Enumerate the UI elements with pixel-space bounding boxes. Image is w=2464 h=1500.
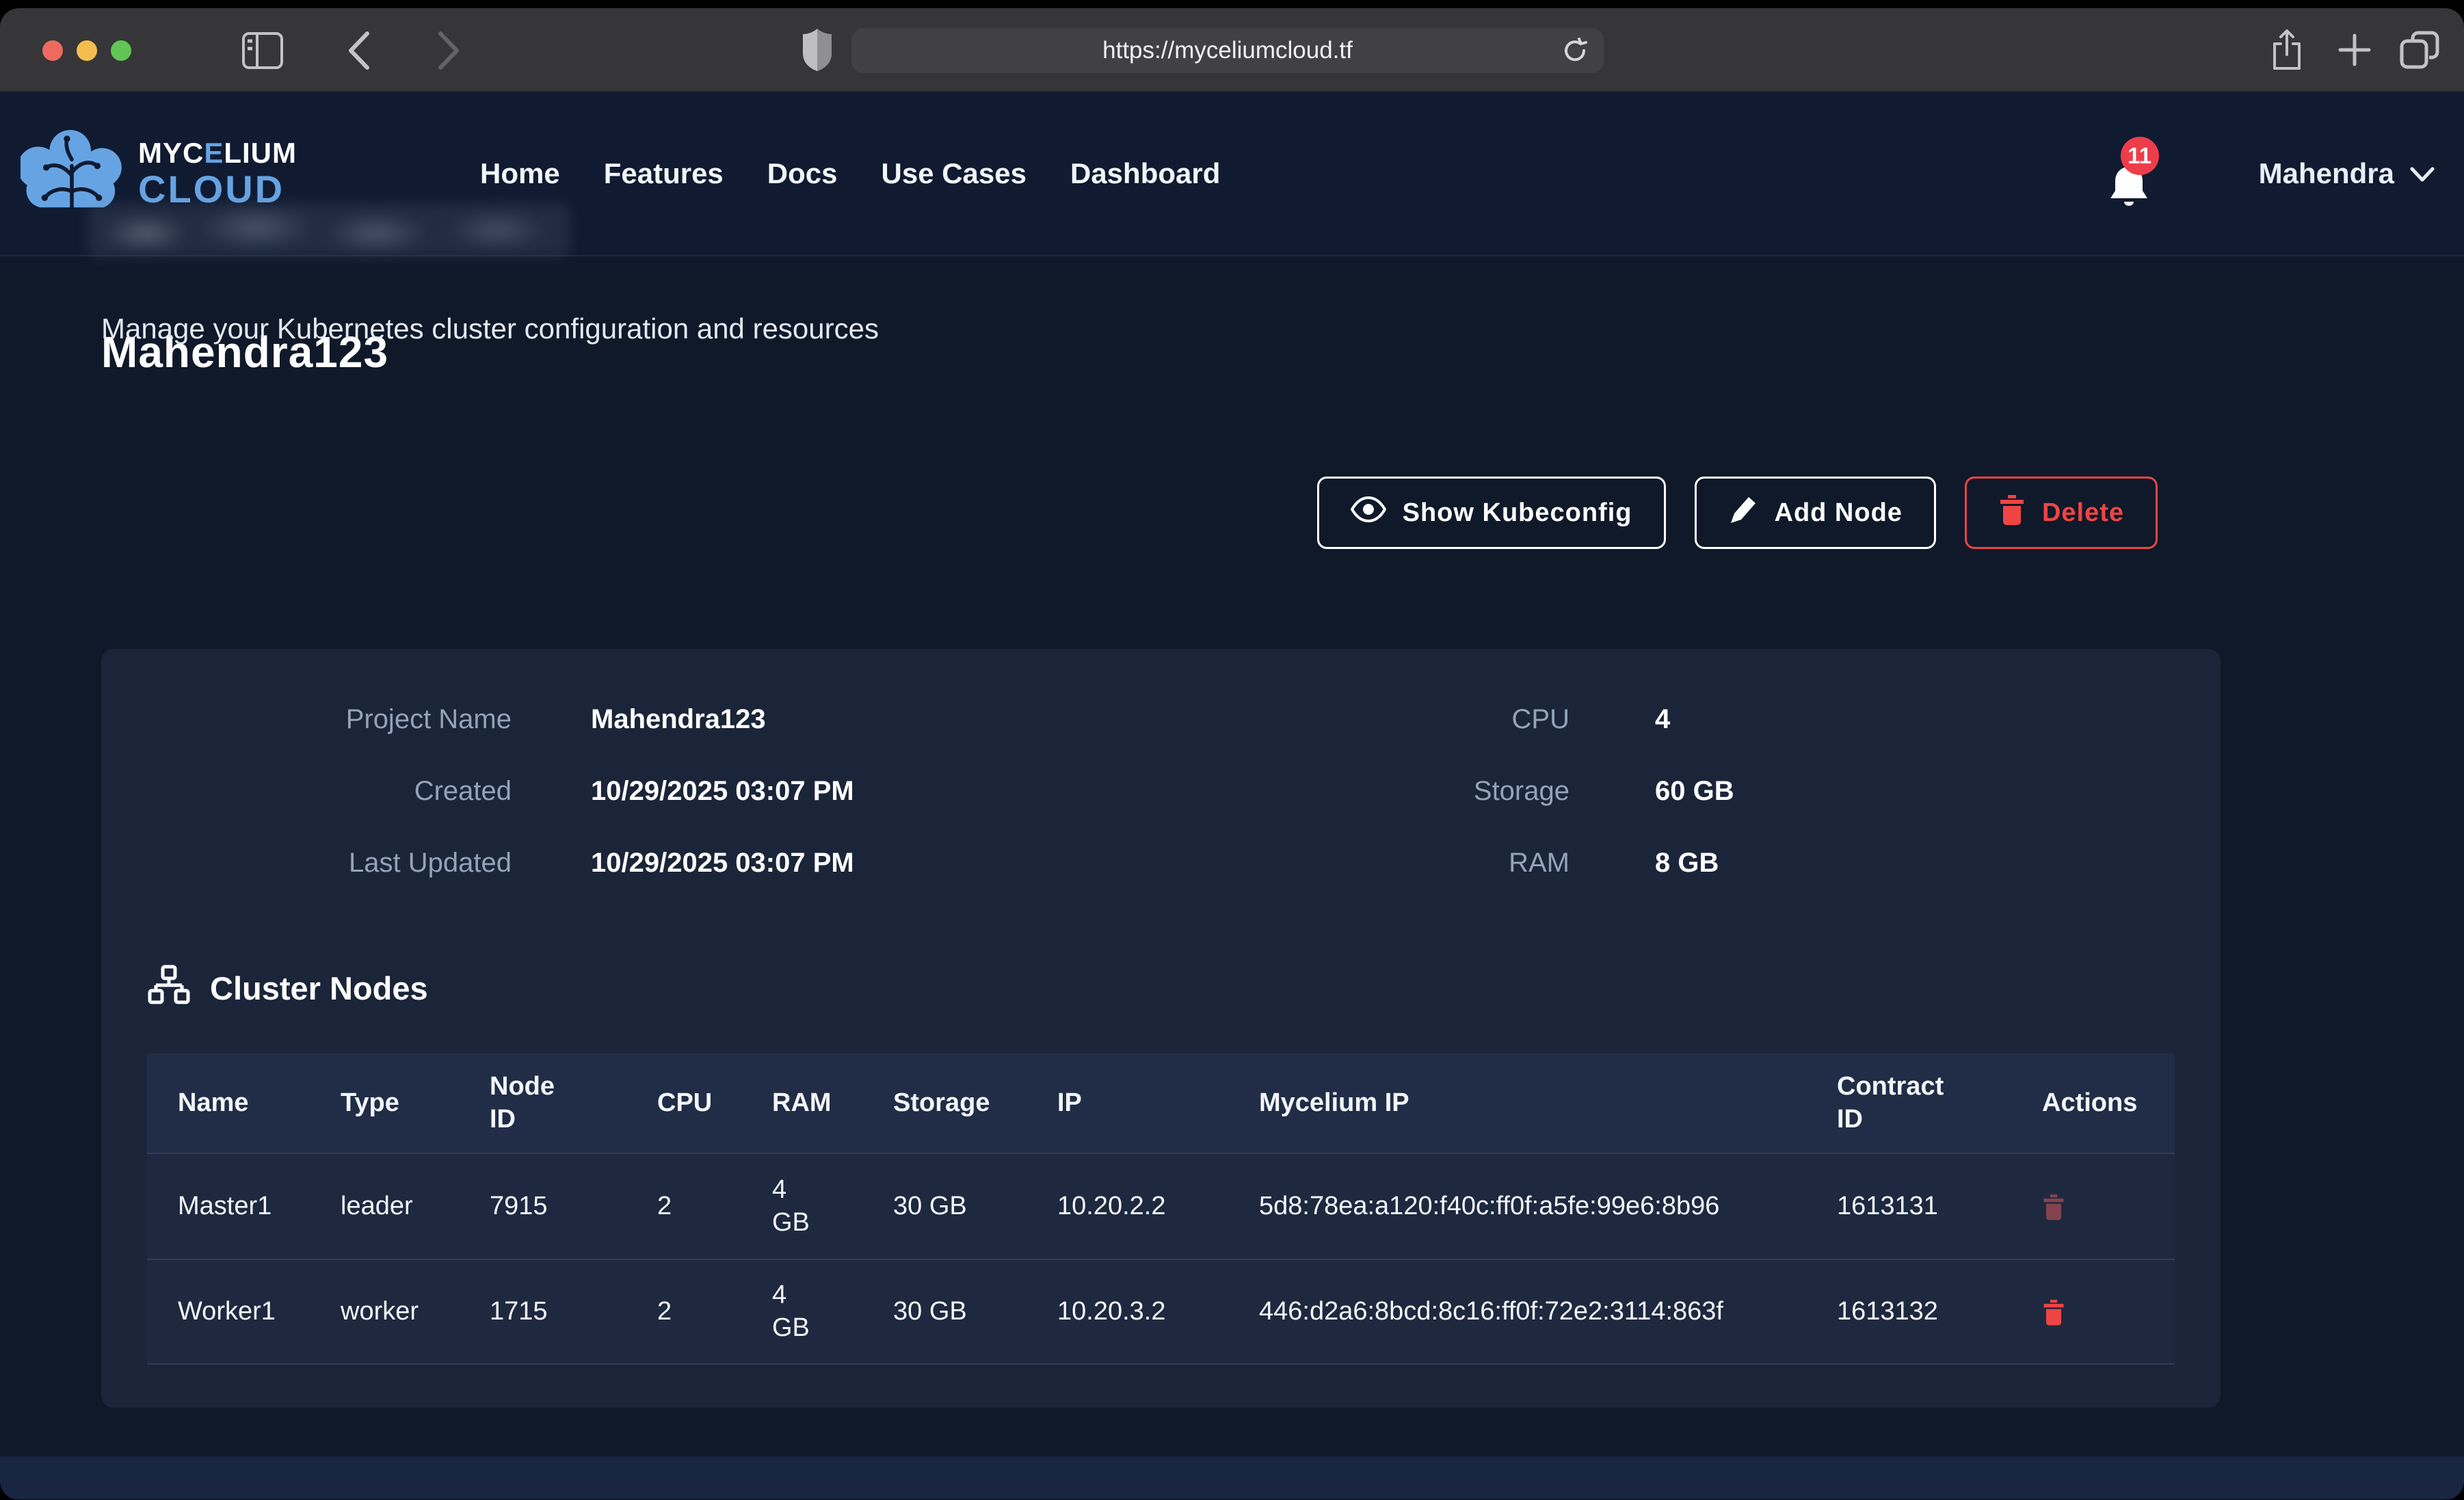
last-updated-value: 10/29/2025 03:07 PM — [591, 848, 854, 879]
cluster-actions: Show Kubeconfig Add Node — [101, 477, 2158, 549]
col-actions: Actions — [2011, 1054, 2175, 1153]
cell-cpu: 2 — [626, 1260, 741, 1363]
col-ip: IP — [1026, 1054, 1228, 1153]
user-menu[interactable]: Mahendra — [2259, 157, 2435, 190]
show-kubeconfig-button[interactable]: Show Kubeconfig — [1317, 477, 1666, 549]
notification-badge: 11 — [2121, 137, 2159, 175]
traffic-lights — [42, 40, 131, 61]
last-updated-label: Last Updated — [101, 848, 512, 879]
notifications-button[interactable]: 11 — [2102, 139, 2156, 208]
project-name-value: Mahendra123 — [591, 704, 766, 735]
tab-overview-icon[interactable] — [2399, 29, 2440, 75]
col-cpu: CPU — [626, 1054, 741, 1153]
cluster-info-right: CPU 4 Storage 60 GB RAM 8 GB — [1264, 704, 1734, 920]
main-content: Manage your Kubernetes cluster configura… — [101, 312, 2221, 1408]
cell-node-id: 7915 — [459, 1154, 626, 1259]
cluster-info-left: Project Name Mahendra123 Created 10/29/2… — [101, 704, 854, 920]
pencil-icon — [1728, 493, 1758, 533]
col-type: Type — [310, 1054, 459, 1153]
cell-ram: 4 GB — [741, 1260, 862, 1363]
privacy-blur-patch — [88, 203, 570, 258]
created-label: Created — [101, 776, 512, 807]
site-navbar: MYCELIUM CLOUD Home Features Docs Use Ca… — [0, 92, 2464, 256]
add-node-button[interactable]: Add Node — [1695, 477, 1936, 549]
cell-node-id: 1715 — [459, 1260, 626, 1363]
cell-type: leader — [310, 1154, 459, 1259]
cell-actions — [2011, 1154, 2175, 1259]
col-ram: RAM — [741, 1054, 862, 1153]
chevron-down-icon — [2409, 157, 2435, 190]
brand-e-bars: E — [204, 137, 224, 169]
delete-node-button[interactable] — [2042, 1298, 2065, 1326]
created-value: 10/29/2025 03:07 PM — [591, 776, 854, 807]
cell-ip: 10.20.3.2 — [1026, 1260, 1228, 1363]
ram-label: RAM — [1264, 848, 1569, 879]
back-icon[interactable] — [345, 29, 373, 75]
cell-ip: 10.20.2.2 — [1026, 1154, 1228, 1259]
cell-cpu: 2 — [626, 1154, 741, 1259]
cell-ram: 4 GB — [741, 1154, 862, 1259]
cell-contract-id: 1613131 — [1806, 1154, 2011, 1259]
storage-value: 60 GB — [1655, 776, 1734, 807]
cluster-nodes-heading: Cluster Nodes — [147, 965, 428, 1012]
cluster-table-body: Master1 leader 7915 2 4 GB 30 GB 10.20.2… — [147, 1153, 2175, 1365]
url-text: https://myceliumcloud.tf — [1102, 37, 1353, 64]
storage-label: Storage — [1264, 776, 1569, 807]
cell-type: worker — [310, 1260, 459, 1363]
cell-mycelium-ip: 5d8:78ea:a120:f40c:ff0f:a5fe:99e6:8b96 — [1228, 1154, 1806, 1259]
trash-icon — [1998, 494, 2026, 532]
sidebar-toggle-icon[interactable] — [241, 31, 284, 74]
col-name: Name — [147, 1054, 310, 1153]
cell-mycelium-ip: 446:d2a6:8bcd:8c16:ff0f:72e2:3114:863f — [1228, 1260, 1806, 1363]
new-tab-icon[interactable] — [2337, 33, 2372, 70]
browser-window: https://myceliumcloud.tf — [0, 8, 2464, 1500]
table-row: Master1 leader 7915 2 4 GB 30 GB 10.20.2… — [147, 1153, 2175, 1259]
cluster-overview-card: Project Name Mahendra123 Created 10/29/2… — [101, 649, 2221, 1408]
cpu-value: 4 — [1655, 704, 1670, 735]
nav-link-home[interactable]: Home — [480, 157, 560, 190]
reload-icon[interactable] — [1561, 37, 1589, 68]
brand-wordmark: MYCELIUM CLOUD — [138, 139, 297, 209]
cell-name: Worker1 — [147, 1260, 310, 1363]
nav-link-dashboard[interactable]: Dashboard — [1070, 157, 1220, 190]
cluster-nodes-table: Name Type Node ID CPU RAM Storage IP Myc… — [147, 1054, 2175, 1365]
minimize-window-button[interactable] — [77, 40, 97, 61]
nav-links: Home Features Docs Use Cases Dashboard — [480, 157, 1220, 190]
col-node-id: Node ID — [459, 1054, 626, 1153]
browser-toolbar: https://myceliumcloud.tf — [0, 8, 2464, 92]
close-window-button[interactable] — [42, 40, 63, 61]
delete-node-button[interactable] — [2042, 1192, 2065, 1221]
eye-icon — [1351, 496, 1386, 530]
forward-icon[interactable] — [435, 29, 462, 75]
cell-storage: 30 GB — [862, 1154, 1026, 1259]
col-mycelium-ip: Mycelium IP — [1228, 1054, 1806, 1153]
nav-link-features[interactable]: Features — [604, 157, 724, 190]
cell-storage: 30 GB — [862, 1260, 1026, 1363]
share-icon[interactable] — [2269, 27, 2305, 76]
user-name: Mahendra — [2259, 157, 2394, 190]
footer-strip — [0, 1456, 2464, 1499]
cell-contract-id: 1613132 — [1806, 1260, 2011, 1363]
cluster-nodes-icon — [147, 965, 191, 1012]
ram-value: 8 GB — [1655, 848, 1719, 879]
col-storage: Storage — [862, 1054, 1026, 1153]
page-subtitle: Manage your Kubernetes cluster configura… — [101, 312, 2221, 345]
table-header-row: Name Type Node ID CPU RAM Storage IP Myc… — [147, 1054, 2175, 1153]
site-viewport: Mahendra123 — [0, 92, 2464, 1499]
col-contract-id: Contract ID — [1806, 1054, 2011, 1153]
cell-name: Master1 — [147, 1154, 310, 1259]
nav-link-use-cases[interactable]: Use Cases — [882, 157, 1026, 190]
table-row: Worker1 worker 1715 2 4 GB 30 GB 10.20.3… — [147, 1259, 2175, 1365]
nav-link-docs[interactable]: Docs — [767, 157, 838, 190]
zoom-window-button[interactable] — [111, 40, 131, 61]
cell-actions — [2011, 1260, 2175, 1363]
cpu-label: CPU — [1264, 704, 1569, 735]
project-name-label: Project Name — [101, 704, 512, 735]
delete-cluster-button[interactable]: Delete — [1965, 477, 2158, 549]
address-bar[interactable]: https://myceliumcloud.tf — [851, 28, 1604, 73]
privacy-shield-icon[interactable] — [802, 27, 833, 76]
trash-icon — [2042, 1213, 2065, 1223]
trash-icon — [2042, 1318, 2065, 1328]
